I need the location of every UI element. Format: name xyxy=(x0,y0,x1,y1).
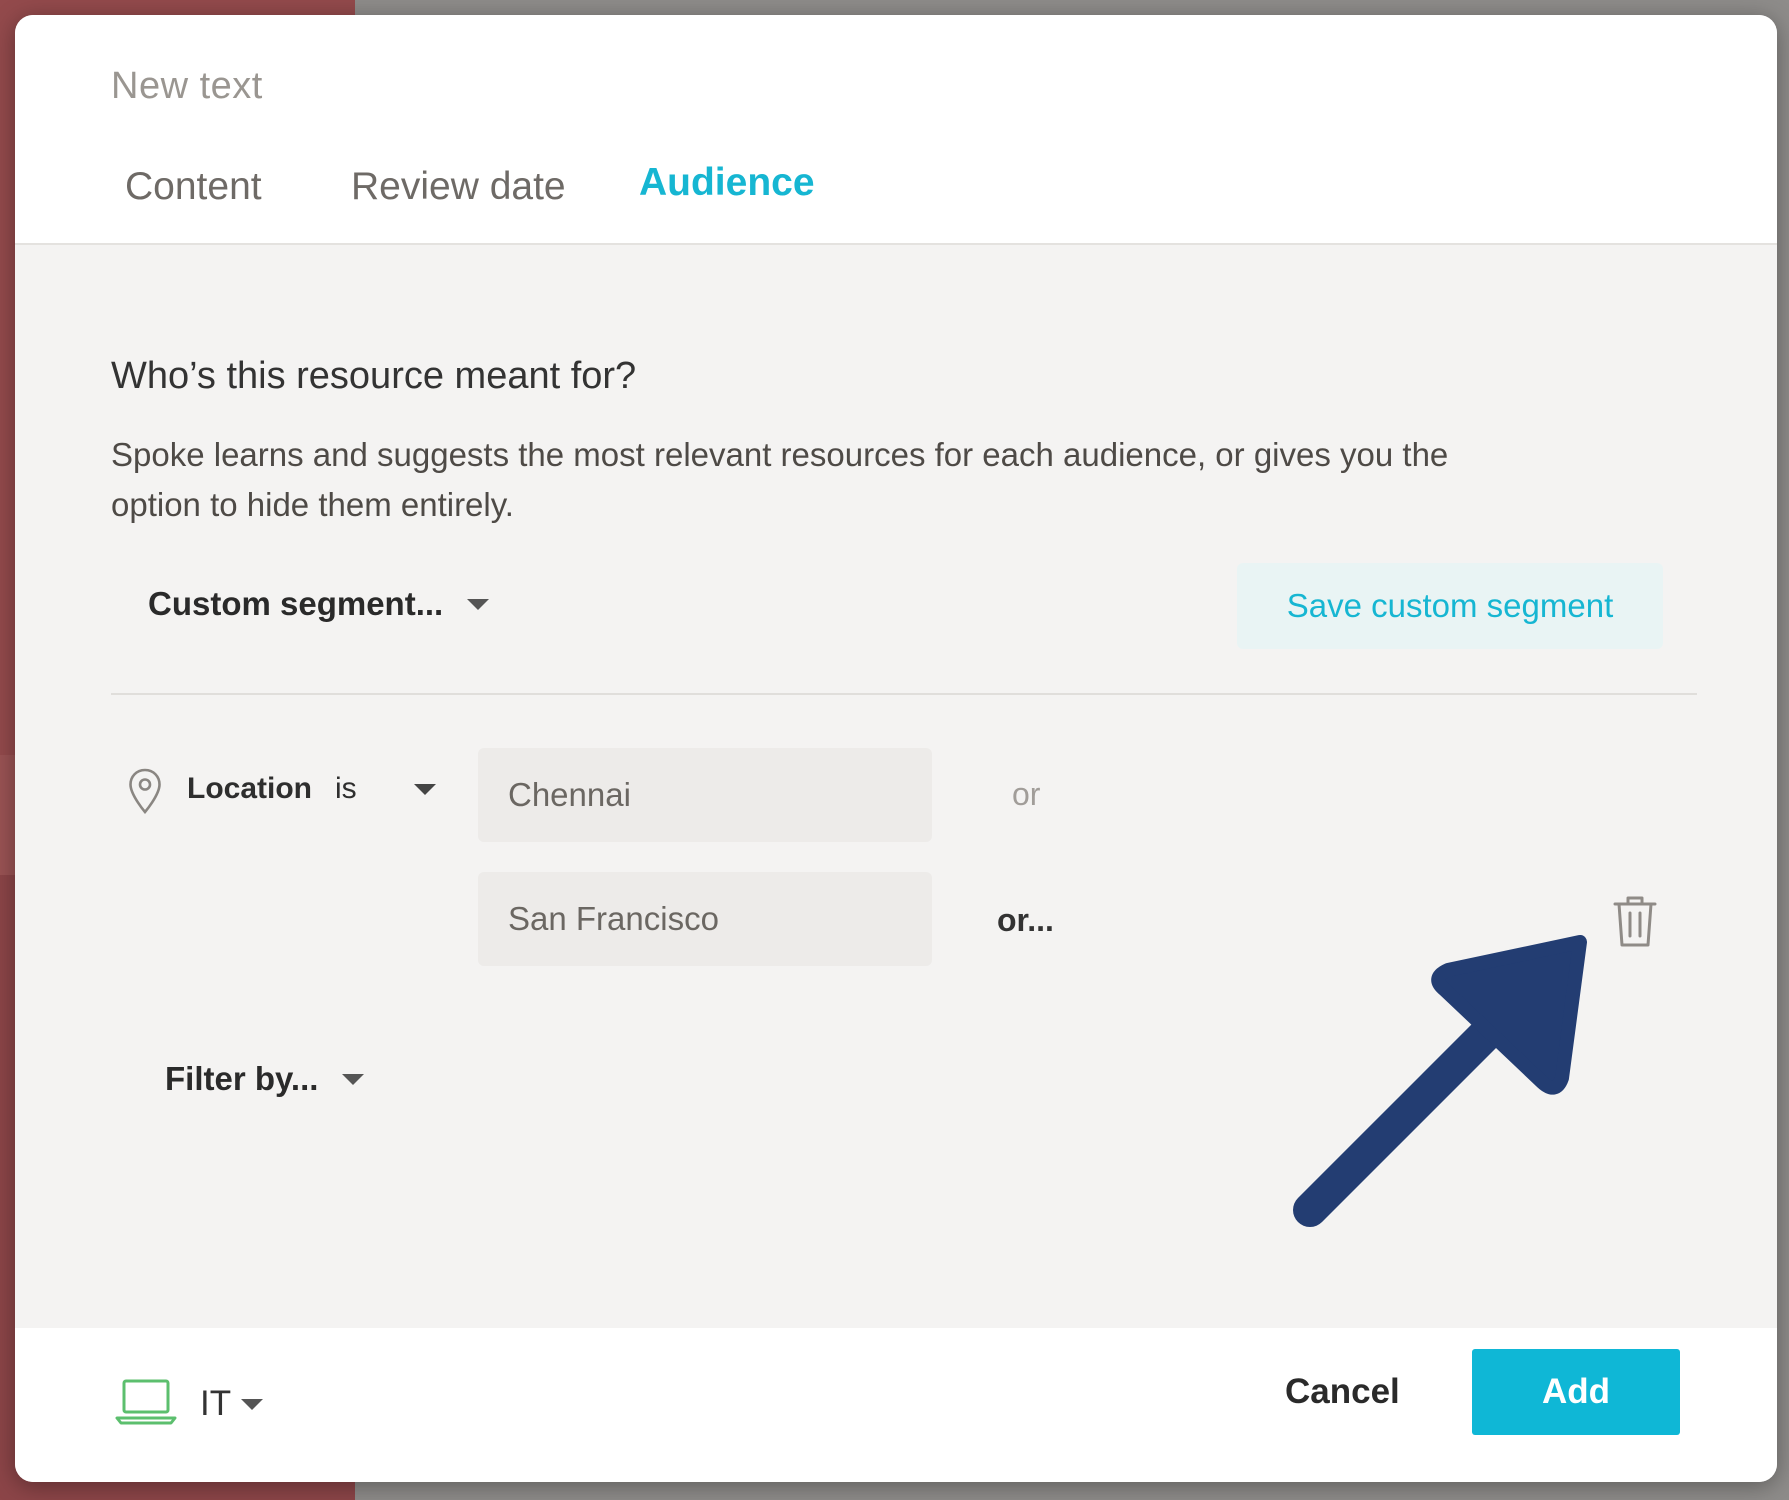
segment-dropdown[interactable]: Custom segment... xyxy=(148,585,490,623)
add-button[interactable]: Add xyxy=(1472,1349,1680,1435)
modal-title: New text xyxy=(111,65,263,107)
location-value-input-1[interactable] xyxy=(478,748,932,842)
department-dropdown[interactable]: IT xyxy=(200,1384,264,1424)
new-text-modal: New text Content Review date Audience Wh… xyxy=(15,15,1777,1482)
tab-bar: Content Review date Audience xyxy=(15,161,1777,243)
chevron-down-icon xyxy=(467,598,490,610)
section-divider xyxy=(111,693,1697,695)
filter-by-dropdown[interactable]: Filter by... xyxy=(165,1060,365,1098)
save-custom-segment-button[interactable]: Save custom segment xyxy=(1237,563,1663,649)
location-pin-icon xyxy=(129,768,161,814)
laptop-icon xyxy=(115,1379,177,1425)
tab-review-date[interactable]: Review date xyxy=(351,165,566,209)
location-value-input-2[interactable] xyxy=(478,872,932,966)
rule-operator-dropdown[interactable]: is xyxy=(335,772,436,806)
or-separator: or xyxy=(1012,776,1041,812)
department-label: IT xyxy=(200,1384,232,1423)
add-or-value-link[interactable]: or... xyxy=(997,902,1054,939)
modal-header: New text Content Review date Audience xyxy=(15,15,1777,245)
tab-content[interactable]: Content xyxy=(125,165,262,209)
rule-attribute-label: Location xyxy=(187,772,312,805)
tab-audience[interactable]: Audience xyxy=(639,161,815,205)
audience-description: Spoke learns and suggests the most relev… xyxy=(111,436,1449,523)
annotation-arrow xyxy=(1293,935,1587,1227)
modal-footer: IT Cancel Add xyxy=(15,1328,1777,1482)
audience-question: Who’s this resource meant for? xyxy=(111,355,637,397)
filter-by-label: Filter by... xyxy=(165,1060,319,1097)
segment-dropdown-label: Custom segment... xyxy=(148,585,444,622)
chevron-down-icon xyxy=(241,1398,264,1410)
chevron-down-icon xyxy=(342,1073,365,1085)
rule-operator-label: is xyxy=(335,772,357,805)
cancel-button[interactable]: Cancel xyxy=(1285,1372,1400,1412)
chevron-down-icon xyxy=(413,783,436,795)
